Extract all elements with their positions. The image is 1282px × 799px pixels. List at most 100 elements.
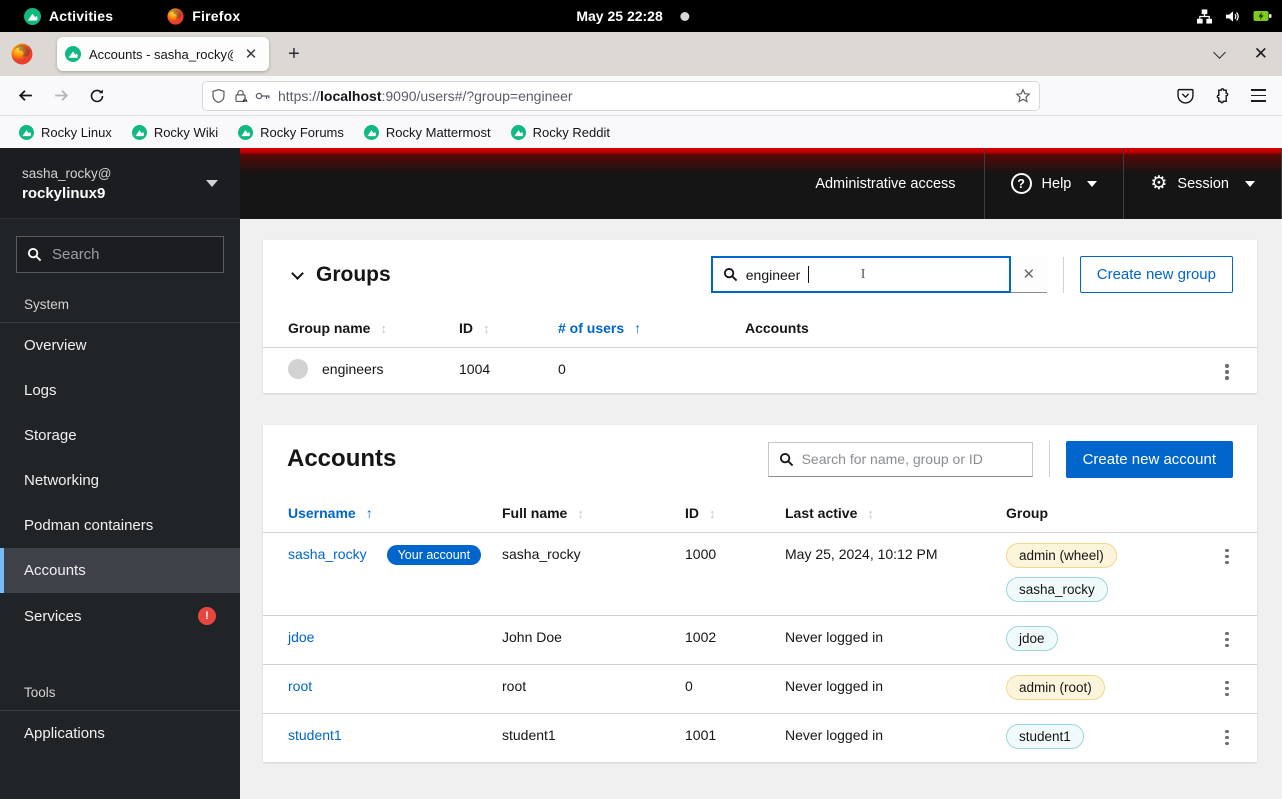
divider	[1049, 441, 1050, 477]
bookmark-rocky-forums[interactable]: Rocky Forums	[231, 121, 351, 144]
bookmark-rocky-mattermost[interactable]: Rocky Mattermost	[357, 121, 498, 144]
window-close-icon[interactable]: ✕	[1254, 44, 1268, 64]
full-name: student1	[502, 713, 685, 762]
kebab-menu-icon[interactable]	[1220, 730, 1234, 746]
col-full-name[interactable]: Full name↕	[502, 494, 685, 533]
account-row-student1: student1 student1 1001 Never logged in s…	[263, 713, 1257, 762]
tab-close-icon[interactable]: ✕	[241, 44, 261, 64]
col-id[interactable]: ID↕	[685, 494, 785, 533]
group-avatar	[288, 359, 308, 379]
system-status-area[interactable]	[1197, 9, 1272, 24]
groups-search-input[interactable]: engineer I	[711, 256, 1011, 293]
create-new-group-button[interactable]: Create new group	[1080, 256, 1233, 293]
sidebar-item-overview[interactable]: Overview	[0, 323, 240, 368]
host-switcher[interactable]: sasha_rocky@ rockylinux9	[0, 148, 240, 219]
tracking-shield-icon[interactable]	[211, 88, 226, 104]
group-name: engineers	[322, 361, 384, 377]
sidebar-item-logs[interactable]: Logs	[0, 368, 240, 413]
accounts-table: Username↑ Full name↕ ID↕ Last active↕ Gr…	[263, 494, 1257, 762]
bookmark-rocky-wiki[interactable]: Rocky Wiki	[125, 121, 225, 144]
group-chip[interactable]: admin (root)	[1006, 675, 1105, 700]
forward-button[interactable]	[46, 81, 76, 111]
browser-tab-bar: Accounts - sasha_rocky@ ✕ +	[0, 32, 1282, 76]
passkey-icon[interactable]	[255, 89, 271, 103]
group-chip[interactable]: admin (wheel)	[1006, 543, 1117, 568]
last-active: Never logged in	[785, 664, 1006, 713]
brand-hostname: rockylinux9	[22, 185, 112, 202]
sidebar-item-services[interactable]: Services !	[0, 593, 240, 639]
help-menu[interactable]: ? Help	[984, 148, 1124, 219]
focused-app-menu[interactable]: Firefox	[157, 0, 250, 32]
sidebar-section-tools: Tools	[0, 665, 240, 711]
col-group-accounts[interactable]: Accounts	[745, 309, 1197, 348]
sidebar-item-networking[interactable]: Networking	[0, 458, 240, 503]
rocky-favicon-icon	[364, 125, 379, 140]
accounts-search[interactable]	[768, 442, 1033, 477]
username-link[interactable]: root	[288, 678, 312, 694]
group-chip[interactable]: student1	[1006, 724, 1084, 749]
sort-icon: ↕	[380, 321, 387, 336]
sidebar-search-input[interactable]	[52, 246, 192, 263]
activities-button[interactable]: Activities	[14, 0, 123, 32]
accounts-search-input[interactable]	[802, 451, 1012, 467]
reload-button[interactable]	[82, 81, 112, 111]
url-bar[interactable]: https://localhost:9090/users#/?group=eng…	[202, 81, 1040, 111]
col-group-name[interactable]: Group name↕	[263, 309, 459, 348]
sort-icon: ↕	[867, 506, 874, 521]
kebab-menu-icon[interactable]	[1220, 549, 1234, 565]
sidebar-item-accounts[interactable]: Accounts	[0, 548, 240, 593]
sidebar-search[interactable]	[16, 236, 224, 273]
tab-favicon-rocky-icon	[65, 46, 81, 62]
kebab-menu-icon[interactable]	[1220, 632, 1234, 648]
chevron-down-icon	[1087, 181, 1097, 187]
new-tab-button[interactable]: +	[279, 39, 309, 69]
account-row-jdoe: jdoe John Doe 1002 Never logged in jdoe	[263, 615, 1257, 664]
bookmark-label: Rocky Mattermost	[386, 125, 491, 140]
group-chip[interactable]: jdoe	[1006, 626, 1058, 651]
bookmark-label: Rocky Forums	[260, 125, 344, 140]
username-link[interactable]: jdoe	[288, 629, 314, 645]
create-new-account-button[interactable]: Create new account	[1066, 441, 1233, 478]
browser-tab[interactable]: Accounts - sasha_rocky@ ✕	[57, 37, 269, 71]
firefox-window-icon	[11, 43, 33, 65]
session-menu[interactable]: ⚙ Session	[1123, 148, 1282, 219]
sort-asc-icon: ↑	[366, 505, 373, 521]
bookmark-label: Rocky Wiki	[154, 125, 218, 140]
groups-card: Groups engineer I ✕ Create new group	[263, 240, 1257, 393]
connection-lock-warning-icon[interactable]	[233, 88, 248, 104]
sidebar-item-podman-containers[interactable]: Podman containers	[0, 503, 240, 548]
cockpit-sidebar: sasha_rocky@ rockylinux9 System Overview…	[0, 148, 240, 799]
browser-nav-bar: https://localhost:9090/users#/?group=eng…	[0, 76, 1282, 116]
col-username[interactable]: Username↑	[263, 494, 502, 533]
username-link[interactable]: student1	[288, 727, 342, 743]
list-all-tabs-chevron-icon[interactable]	[1213, 46, 1226, 59]
bookmark-label: Rocky Linux	[41, 125, 112, 140]
groups-collapse-chevron-icon[interactable]	[291, 267, 304, 280]
col-group-id[interactable]: ID↕	[459, 309, 558, 348]
kebab-menu-icon[interactable]	[1220, 364, 1234, 380]
col-last-active[interactable]: Last active↕	[785, 494, 1006, 533]
col-num-users[interactable]: # of users↑	[558, 309, 745, 348]
bookmark-star-icon[interactable]	[1015, 88, 1031, 104]
search-icon	[27, 247, 42, 262]
url-text: https://localhost:9090/users#/?group=eng…	[278, 88, 1008, 104]
group-chip[interactable]: sasha_rocky	[1006, 577, 1108, 602]
username-link[interactable]: sasha_rocky	[288, 546, 367, 562]
clear-search-button[interactable]: ✕	[1011, 256, 1047, 293]
clock-label: May 25 22:28	[576, 8, 662, 24]
sidebar-item-applications[interactable]: Applications	[0, 711, 240, 756]
user-id: 1001	[685, 713, 785, 762]
clock-menu[interactable]: May 25 22:28	[576, 8, 689, 24]
cockpit-masthead: Administrative access ? Help ⚙ Session	[240, 148, 1282, 219]
app-menu-hamburger-icon[interactable]	[1251, 89, 1266, 101]
bookmark-rocky-reddit[interactable]: Rocky Reddit	[504, 121, 617, 144]
pocket-icon[interactable]	[1177, 88, 1194, 104]
bookmark-rocky-linux[interactable]: Rocky Linux	[12, 121, 119, 144]
sidebar-item-storage[interactable]: Storage	[0, 413, 240, 458]
kebab-menu-icon[interactable]	[1220, 681, 1234, 697]
administrative-access-button[interactable]: Administrative access	[789, 148, 983, 219]
col-group[interactable]: Group	[1006, 494, 1197, 533]
gnome-top-bar: Activities Firefox May 25 22:28	[0, 0, 1282, 32]
extensions-puzzle-icon[interactable]	[1214, 87, 1231, 104]
back-button[interactable]	[10, 81, 40, 111]
